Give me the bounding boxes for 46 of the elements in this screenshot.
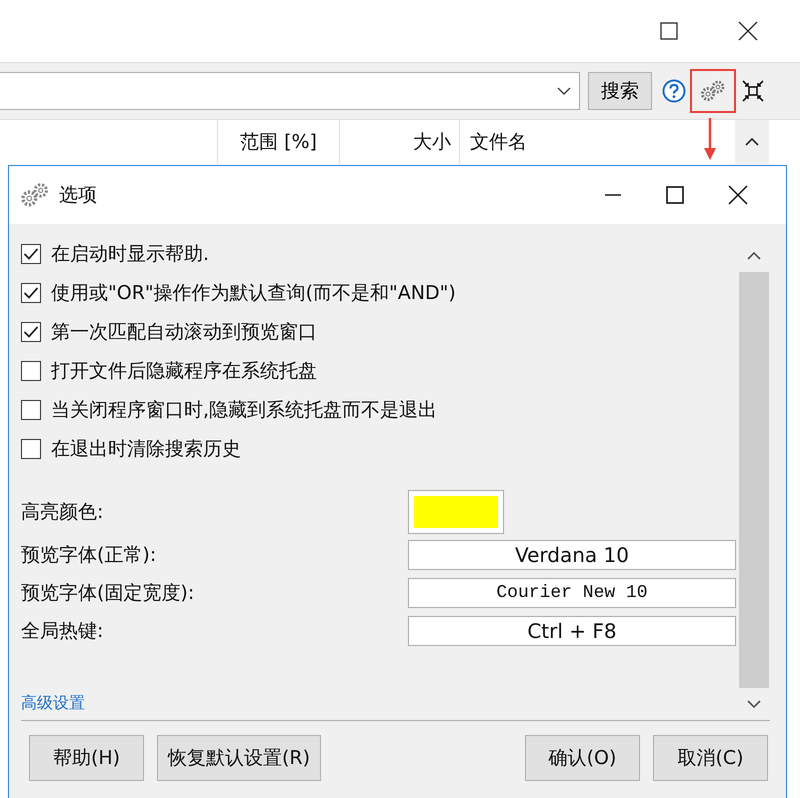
settings-button[interactable] bbox=[690, 69, 736, 113]
dialog-button[interactable]: 确认(O) bbox=[525, 735, 640, 781]
close-icon[interactable] bbox=[738, 21, 758, 41]
collapse-icon[interactable] bbox=[742, 80, 764, 102]
setting-label: 预览字体(正常): bbox=[21, 543, 158, 568]
maximize-icon[interactable] bbox=[660, 22, 678, 40]
setting-label: 全局热键: bbox=[21, 619, 104, 644]
scroll-up-icon[interactable] bbox=[747, 252, 761, 260]
chevron-down-icon[interactable] bbox=[557, 87, 571, 95]
color-swatch[interactable] bbox=[409, 491, 503, 533]
checkbox-label[interactable]: 当关闭程序窗口时,隐藏到系统托盘而不是退出 bbox=[51, 397, 438, 423]
checkbox[interactable] bbox=[21, 361, 41, 381]
search-button[interactable]: 搜索 bbox=[588, 72, 652, 110]
arrow-down-icon bbox=[703, 118, 717, 160]
gears-icon[interactable] bbox=[699, 80, 727, 102]
dialog-button[interactable]: 取消(C) bbox=[653, 735, 768, 781]
scroll-up-icon[interactable] bbox=[745, 138, 759, 146]
search-field[interactable] bbox=[0, 72, 580, 110]
maximize-icon[interactable] bbox=[666, 186, 684, 204]
dialog-button[interactable]: 帮助(H) bbox=[29, 735, 144, 781]
column-header[interactable]: 大小 bbox=[340, 120, 460, 164]
checkbox-label[interactable]: 使用或"OR"操作作为默认查询(而不是和"AND") bbox=[51, 280, 456, 306]
column-header[interactable]: 文件名 bbox=[460, 120, 735, 164]
setting-label: 预览字体(固定宽度): bbox=[21, 581, 196, 606]
advanced-settings-link[interactable]: 高级设置 bbox=[21, 693, 738, 714]
checkbox[interactable] bbox=[21, 322, 41, 342]
checkbox[interactable] bbox=[21, 439, 41, 459]
help-icon[interactable] bbox=[662, 79, 686, 103]
close-icon[interactable] bbox=[728, 185, 748, 205]
dialog-title: 选项 bbox=[59, 183, 98, 208]
font-field[interactable]: Verdana 10 bbox=[408, 540, 736, 570]
checkbox[interactable] bbox=[21, 283, 41, 303]
font-field[interactable]: Courier New 10 bbox=[408, 578, 736, 608]
scrollbar-thumb[interactable] bbox=[739, 272, 769, 688]
checkbox-label[interactable]: 第一次匹配自动滚动到预览窗口 bbox=[51, 319, 317, 345]
checkbox[interactable] bbox=[21, 244, 41, 264]
dialog-button[interactable]: 恢复默认设置(R) bbox=[157, 735, 322, 781]
checkbox-label[interactable]: 打开文件后隐藏程序在系统托盘 bbox=[51, 358, 317, 384]
gears-icon bbox=[19, 182, 51, 208]
checkbox-label[interactable]: 在退出时清除搜索历史 bbox=[51, 436, 241, 462]
column-header[interactable]: 范围 [%] bbox=[218, 120, 340, 164]
setting-label: 高亮颜色: bbox=[21, 500, 104, 525]
scroll-down-icon[interactable] bbox=[747, 700, 761, 708]
checkbox[interactable] bbox=[21, 400, 41, 420]
font-field[interactable]: Ctrl + F8 bbox=[408, 616, 736, 646]
checkbox-label[interactable]: 在启动时显示帮助. bbox=[51, 241, 210, 267]
